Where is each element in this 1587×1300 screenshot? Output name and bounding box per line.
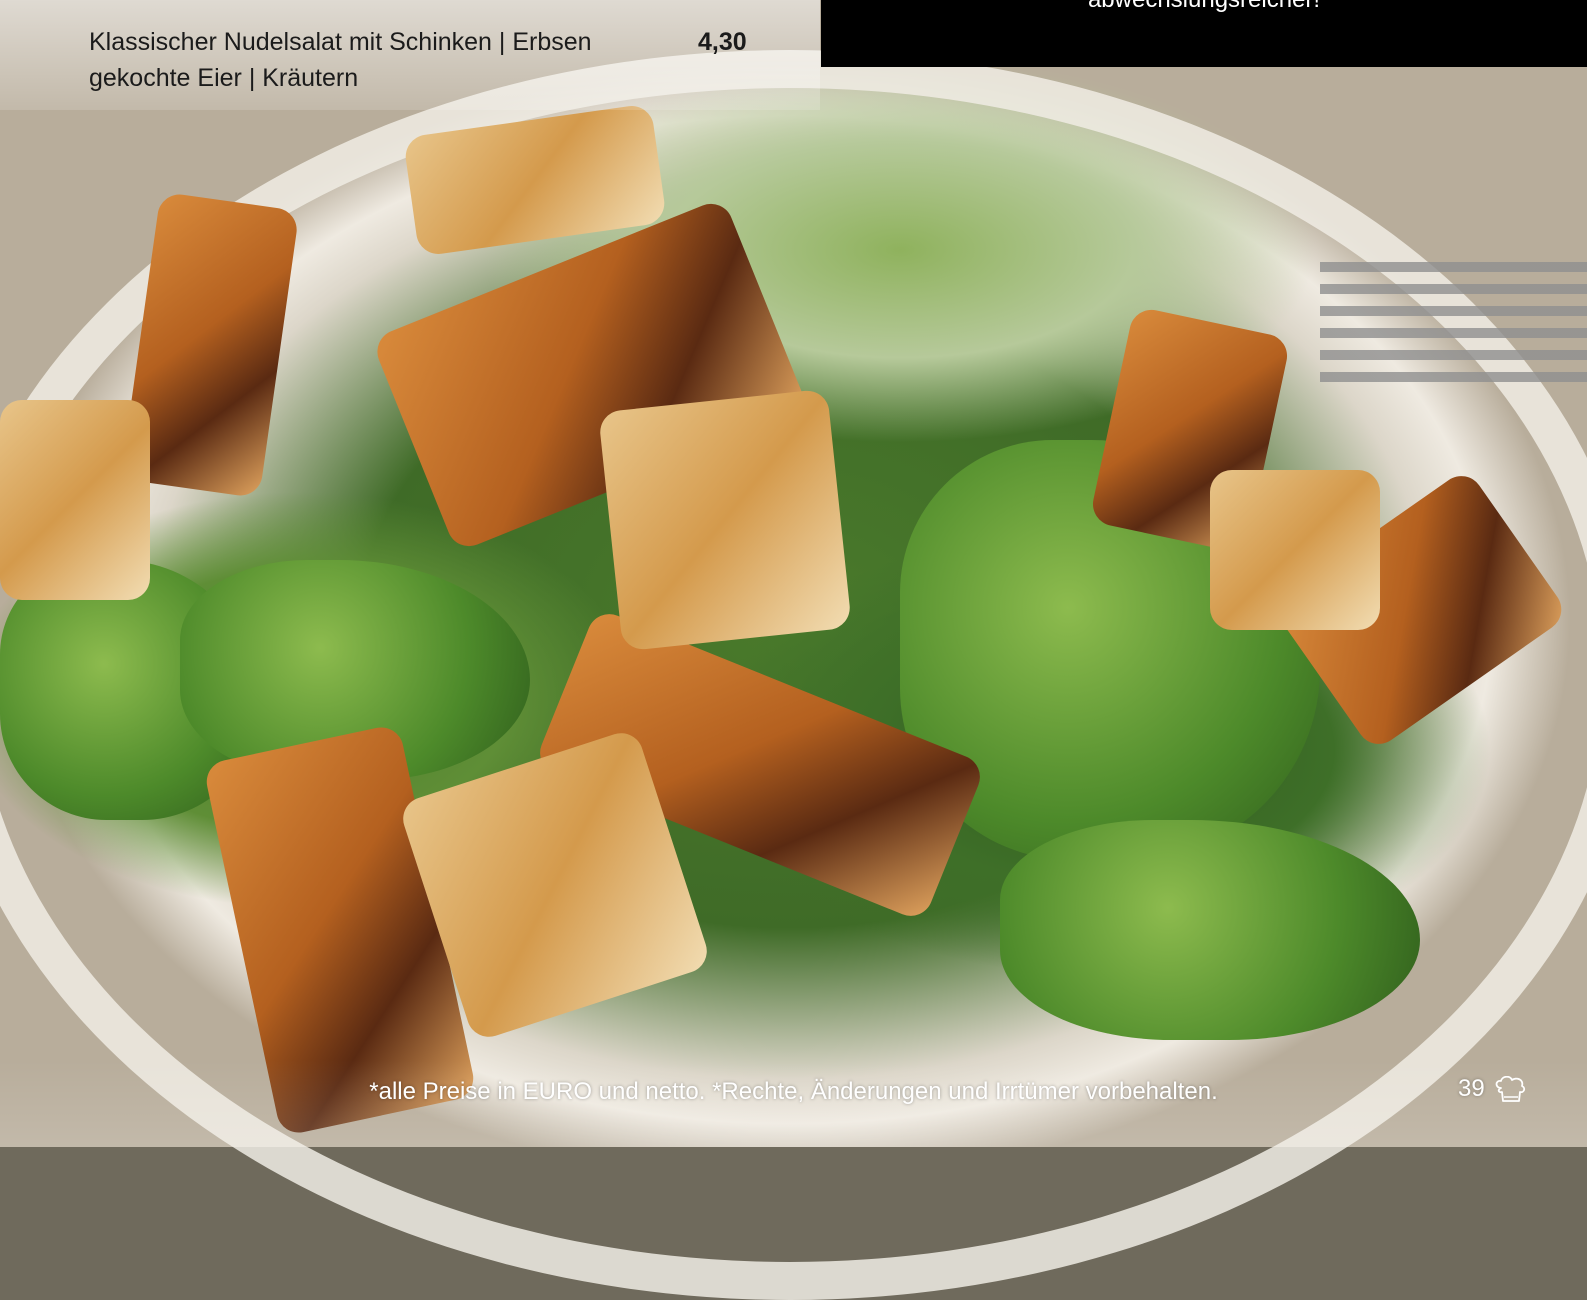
menu-item-price: 4,30	[698, 28, 747, 56]
footer-disclaimer: *alle Preise in EURO und netto. *Rechte,…	[369, 1078, 1218, 1105]
crouton	[598, 388, 852, 652]
menu-item-line: Klassischer Nudelsalat mit Schinken | Er…	[89, 28, 592, 56]
banner-text: abwechslungsreicher!	[821, 0, 1587, 20]
menu-item-line: gekochte Eier | Kräutern	[89, 64, 359, 92]
page-number: 39	[1458, 1075, 1485, 1102]
crouton	[0, 400, 150, 600]
fork	[1320, 262, 1587, 382]
crouton	[1210, 470, 1380, 630]
menu-item-description: Klassischer Nudelsalat mit Schinken | Er…	[89, 24, 659, 96]
salad-photo	[0, 0, 1587, 1300]
chef-hat-icon	[1495, 1076, 1526, 1102]
header-banner: abwechslungsreicher!	[821, 0, 1587, 67]
